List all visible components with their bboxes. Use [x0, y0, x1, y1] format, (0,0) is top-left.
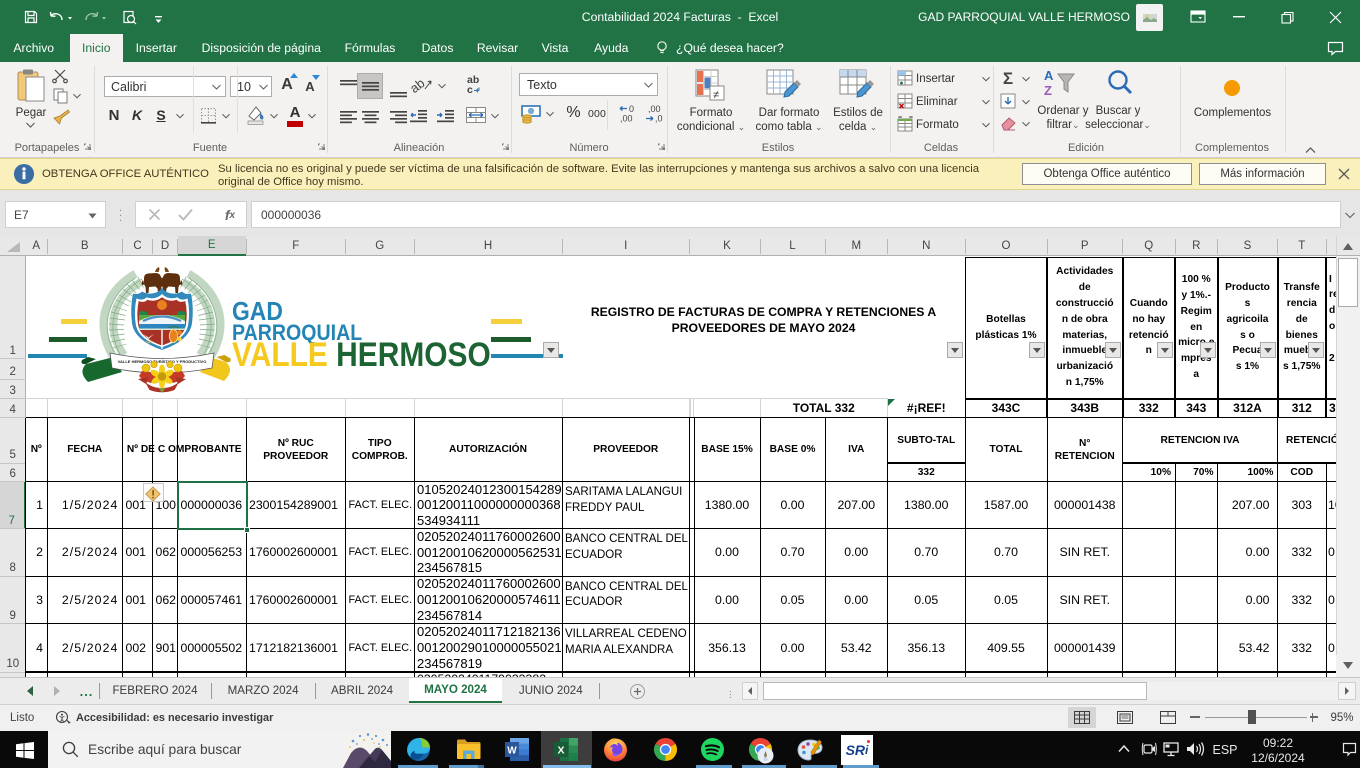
svg-text:VALLE HERMOSO TURÍSTICO Y PROD: VALLE HERMOSO TURÍSTICO Y PRODUCTIVO — [118, 359, 207, 364]
svg-text:W: W — [507, 746, 517, 757]
svg-text:X: X — [557, 745, 564, 757]
svg-text:Z: Z — [1044, 83, 1052, 98]
svg-text:≠: ≠ — [713, 89, 719, 101]
svg-text:A: A — [1044, 68, 1054, 83]
svg-text:,00: ,00 — [620, 114, 633, 124]
svg-text:c: c — [467, 84, 473, 96]
svg-text:0: 0 — [629, 104, 634, 114]
